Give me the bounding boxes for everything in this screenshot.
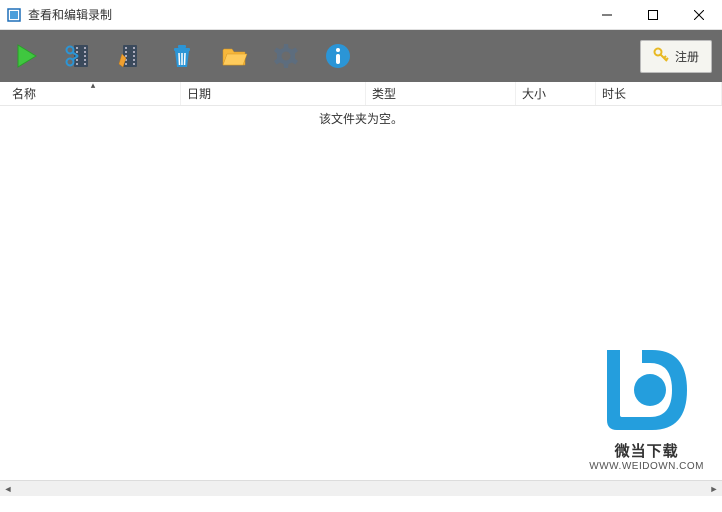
toolbar: 注册 <box>0 30 722 82</box>
column-header-type[interactable]: 类型 <box>366 82 516 105</box>
register-button-label: 注册 <box>675 48 699 65</box>
play-button[interactable] <box>10 40 42 72</box>
edit-recording-button[interactable] <box>114 40 146 72</box>
table-header: 名称 ▴ 日期 类型 大小 时长 <box>0 82 722 106</box>
empty-folder-message: 该文件夹为空。 <box>0 110 722 127</box>
maximize-button[interactable] <box>630 0 676 30</box>
column-header-duration[interactable]: 时长 <box>596 82 722 105</box>
horizontal-scrollbar[interactable]: ◄ ► <box>0 480 722 496</box>
column-header-size[interactable]: 大小 <box>516 82 596 105</box>
scroll-left-button[interactable]: ◄ <box>0 481 16 497</box>
key-icon <box>653 47 669 66</box>
open-folder-button[interactable] <box>218 40 250 72</box>
register-button[interactable]: 注册 <box>640 40 712 73</box>
close-button[interactable] <box>676 0 722 30</box>
window-controls <box>584 0 722 29</box>
scroll-right-button[interactable]: ► <box>706 481 722 497</box>
sort-ascending-icon: ▴ <box>91 82 96 91</box>
scroll-track[interactable] <box>16 481 706 496</box>
content-area: 名称 ▴ 日期 类型 大小 时长 该文件夹为空。 ◄ ► 微当下载 WWW.WE… <box>0 82 722 496</box>
split-recording-button[interactable] <box>62 40 94 72</box>
minimize-button[interactable] <box>584 0 630 30</box>
titlebar: 查看和编辑录制 <box>0 0 722 30</box>
delete-button[interactable] <box>166 40 198 72</box>
app-icon <box>6 7 22 23</box>
column-header-name[interactable]: 名称 ▴ <box>6 82 181 105</box>
settings-button[interactable] <box>270 40 302 72</box>
info-button[interactable] <box>322 40 354 72</box>
column-header-date[interactable]: 日期 <box>181 82 366 105</box>
table-body: 该文件夹为空。 <box>0 106 722 478</box>
window-title: 查看和编辑录制 <box>28 6 584 23</box>
